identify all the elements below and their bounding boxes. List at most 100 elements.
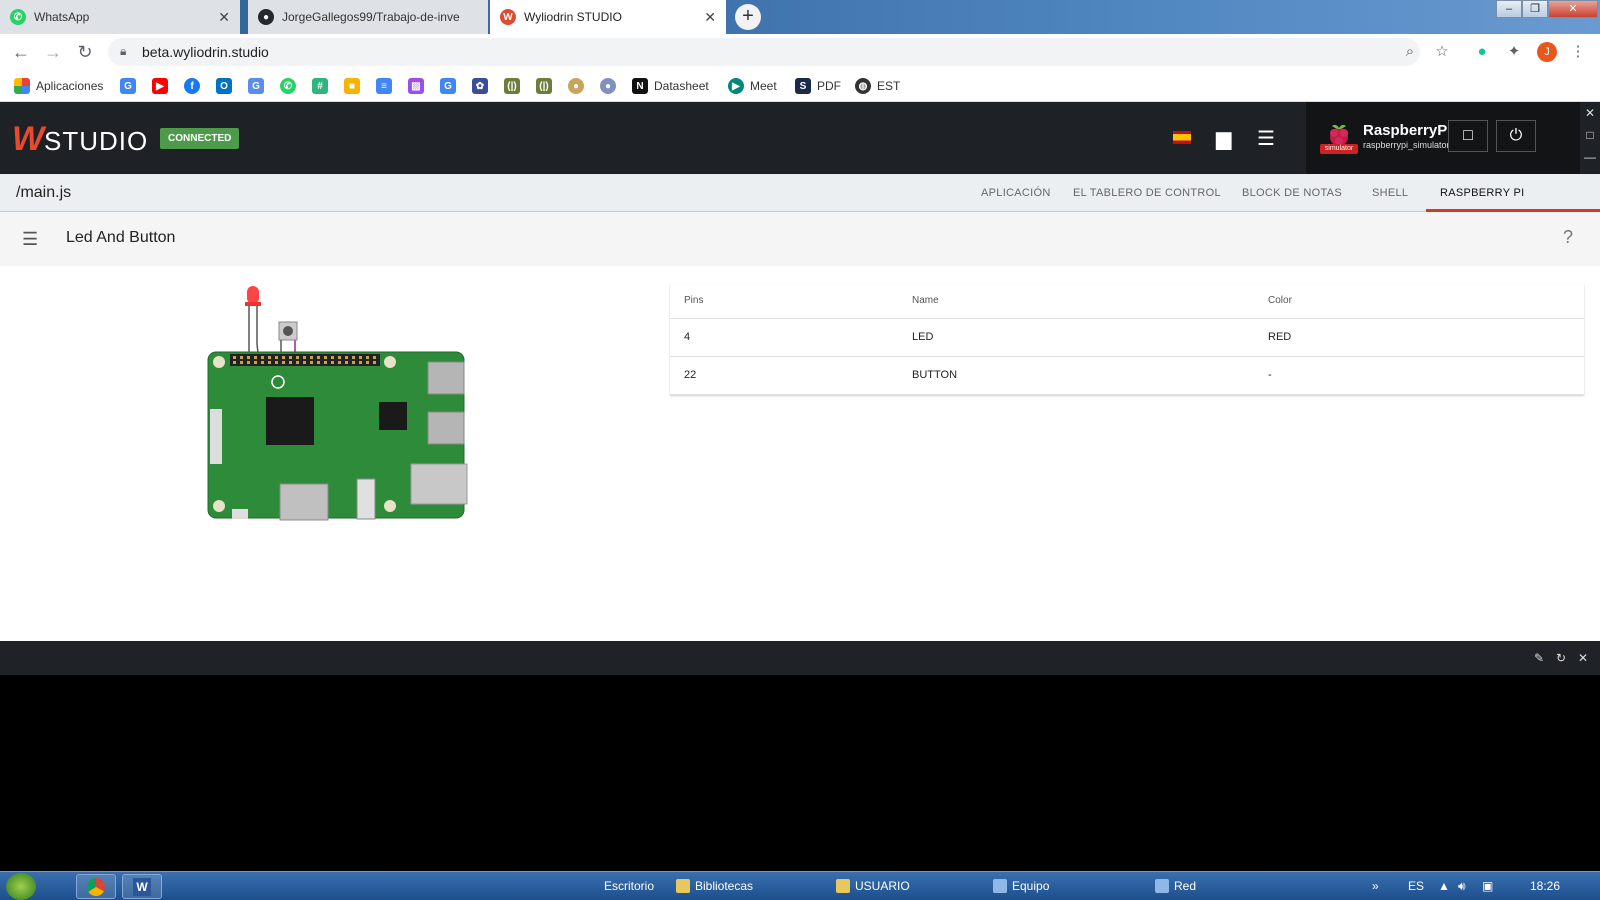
- project-header: ☰ Led And Button ?: [0, 212, 1600, 266]
- taskbar-item-label: Bibliotecas: [695, 879, 754, 893]
- close-icon[interactable]: ✕: [704, 9, 716, 26]
- bookmark-item[interactable]: #: [312, 77, 334, 95]
- taskbar-chrome-button[interactable]: [76, 874, 116, 899]
- tab-aplicacion[interactable]: APLICACIÓN: [981, 174, 1051, 212]
- docs-icon: ≡: [376, 78, 392, 94]
- pin-color: -: [1254, 356, 1584, 395]
- reload-icon[interactable]: ↻: [74, 41, 96, 63]
- close-icon[interactable]: ✕: [1578, 651, 1588, 665]
- folder-icon[interactable]: ▆: [1216, 126, 1231, 151]
- disconnect-button[interactable]: ⏻: [1496, 120, 1536, 152]
- globe-icon: ◍: [855, 78, 871, 94]
- bookmark-datasheet[interactable]: N Datasheet: [632, 77, 709, 95]
- bookmark-item[interactable]: ▶: [152, 77, 174, 95]
- bookmark-label: Meet: [750, 79, 777, 93]
- browser-tab[interactable]: ● JorgeGallegos99/Trabajo-de-inve: [248, 0, 488, 34]
- bookmark-item[interactable]: ✿: [472, 77, 494, 95]
- show-more-icon[interactable]: »: [1372, 879, 1379, 893]
- console-output[interactable]: [0, 675, 1600, 871]
- chrome-icon: [87, 878, 105, 896]
- bookmark-item[interactable]: ≡: [376, 77, 398, 95]
- taskbar-item-escritorio[interactable]: Escritorio: [604, 879, 654, 893]
- bookmark-est[interactable]: ◍ EST: [855, 77, 900, 95]
- bookmark-item[interactable]: (|): [504, 77, 526, 95]
- bookmark-item[interactable]: G: [120, 77, 142, 95]
- pin-number: 4: [670, 318, 898, 357]
- tab-raspberry-pi-simulator[interactable]: RASPBERRY PI SIMULATOR: [1426, 174, 1600, 237]
- bookmark-apps[interactable]: Aplicaciones: [14, 77, 103, 95]
- stop-square-icon: □: [1463, 127, 1473, 144]
- taskbar-item-equipo[interactable]: Equipo: [993, 879, 1049, 893]
- taskbar-item-usuario[interactable]: USUARIO: [836, 879, 910, 893]
- close-window-button[interactable]: ✕: [1548, 0, 1598, 18]
- bookmark-item[interactable]: G: [248, 77, 270, 95]
- language-label: ES: [1408, 879, 1425, 893]
- menu-hamburger-icon[interactable]: ☰: [1257, 126, 1275, 151]
- back-arrow-icon[interactable]: ←: [10, 41, 32, 63]
- language-indicator[interactable]: ES: [1408, 879, 1424, 893]
- device-id: raspberrypi_simulator: [1363, 140, 1450, 150]
- slack-icon: #: [312, 78, 328, 94]
- taskbar-item-red[interactable]: Red: [1155, 879, 1196, 893]
- tab-shell[interactable]: SHELL: [1372, 174, 1408, 212]
- bookmarks-bar: Aplicaciones G ▶ f O G ✆ # ■ ≡ ▨ G ✿ (|)…: [0, 70, 1600, 102]
- bookmark-item[interactable]: (|): [536, 77, 558, 95]
- browser-tab-title: Wyliodrin STUDIO: [524, 10, 622, 24]
- star-icon[interactable]: ☆: [1432, 42, 1452, 62]
- menu-hamburger-icon[interactable]: ☰: [22, 229, 38, 250]
- start-button[interactable]: [6, 873, 36, 900]
- pin-name: LED: [898, 318, 1254, 357]
- console-toolbar: ✎ ↻ ✕: [0, 641, 1600, 675]
- bookmark-item[interactable]: ■: [344, 77, 366, 95]
- forward-arrow-icon[interactable]: →: [42, 41, 64, 63]
- raspberry-pi-board-diagram: [207, 286, 468, 521]
- tab-tablero-de-control[interactable]: EL TABLERO DE CONTROL: [1073, 174, 1221, 212]
- eraser-icon[interactable]: ✎: [1534, 651, 1544, 665]
- settings-icon: ✿: [472, 78, 488, 94]
- menu-dots-icon[interactable]: ⋮: [1568, 42, 1588, 62]
- zoom-icon[interactable]: ⌕: [1400, 42, 1420, 62]
- pin-color: RED: [1254, 318, 1584, 357]
- clock[interactable]: 18:26: [1530, 879, 1560, 893]
- browser-tab[interactable]: ✆ WhatsApp ✕: [0, 0, 240, 34]
- profile-avatar[interactable]: J: [1537, 42, 1557, 62]
- pin-name: BUTTON: [898, 356, 1254, 395]
- bookmark-item[interactable]: O: [216, 77, 238, 95]
- whatsapp-icon: ✆: [10, 9, 26, 25]
- spain-flag-icon[interactable]: [1173, 131, 1191, 144]
- maximize-icon[interactable]: □: [1580, 124, 1600, 146]
- new-tab-button[interactable]: +: [735, 4, 761, 30]
- browser-tab-active[interactable]: W Wyliodrin STUDIO ✕: [490, 0, 726, 34]
- taskbar-word-button[interactable]: W: [122, 874, 162, 899]
- minimize-icon[interactable]: —: [1580, 146, 1600, 168]
- tab-block-de-notas[interactable]: BLOCK DE NOTAS: [1242, 174, 1342, 212]
- led-component[interactable]: [245, 286, 261, 363]
- bookmark-label: PDF: [817, 79, 841, 93]
- volume-icon[interactable]: 🔊︎: [1458, 879, 1466, 894]
- network-icon: [1155, 879, 1169, 893]
- address-bar[interactable]: 🔒︎ beta.wyliodrin.studio: [108, 38, 1420, 66]
- bookmark-item[interactable]: ●: [568, 77, 590, 95]
- close-icon[interactable]: ✕: [218, 9, 230, 26]
- taskbar-item-bibliotecas[interactable]: Bibliotecas: [676, 879, 753, 893]
- bookmark-item[interactable]: f: [184, 77, 206, 95]
- refresh-icon[interactable]: ↻: [1556, 651, 1566, 665]
- taskbar-item-label: Equipo: [1012, 879, 1050, 893]
- extensions-icon[interactable]: ✦: [1504, 42, 1524, 62]
- close-icon[interactable]: ✕: [1580, 102, 1600, 124]
- help-icon[interactable]: ?: [1563, 227, 1573, 248]
- bookmark-pdf[interactable]: S PDF: [795, 77, 841, 95]
- restore-window-button[interactable]: ❐: [1522, 0, 1548, 18]
- bookmark-meet[interactable]: ▶ Meet: [728, 77, 777, 95]
- minimize-window-button[interactable]: –: [1496, 0, 1522, 18]
- bookmark-item[interactable]: ●: [600, 77, 622, 95]
- stop-button[interactable]: □: [1448, 120, 1488, 152]
- bookmark-item[interactable]: ✆: [280, 77, 302, 95]
- grammarly-icon[interactable]: ●: [1472, 42, 1492, 62]
- network-tray-icon[interactable]: ▣: [1482, 879, 1493, 893]
- bookmark-item[interactable]: ▨: [408, 77, 430, 95]
- tray-arrow-icon[interactable]: ▲: [1438, 879, 1450, 893]
- device-panel[interactable]: simulator RaspberryPi raspberrypi_simula…: [1306, 102, 1580, 174]
- pdf-icon: S: [795, 78, 811, 94]
- bookmark-item[interactable]: G: [440, 77, 462, 95]
